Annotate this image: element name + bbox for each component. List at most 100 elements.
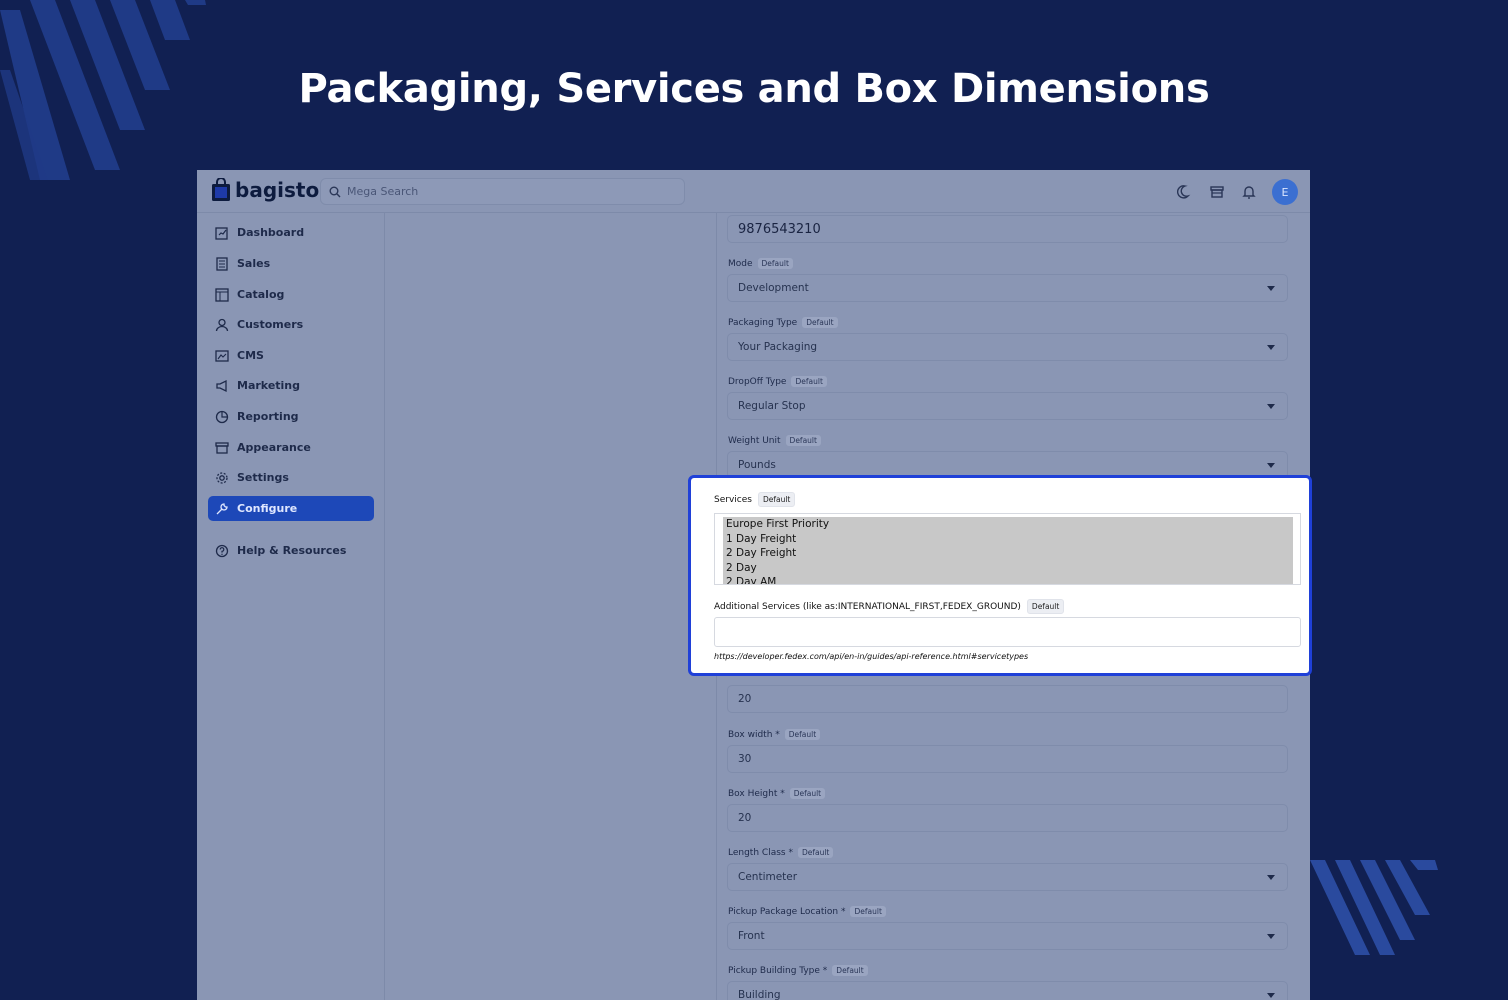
box-width-field[interactable]: 30 <box>727 745 1288 773</box>
sidebar-item-label: Marketing <box>237 379 301 392</box>
chevron-down-icon <box>1267 934 1275 939</box>
default-badge: Default <box>797 847 834 858</box>
services-highlight-panel: Services Default Europe First Priority 1… <box>688 475 1312 676</box>
dropoff-type-label: DropOff Type Default <box>728 376 827 387</box>
chevron-down-icon <box>1267 404 1275 409</box>
marketing-icon <box>214 378 229 393</box>
mode-select[interactable]: Development <box>727 274 1288 302</box>
box-height-label: Box Height * Default <box>728 788 826 799</box>
packaging-type-select[interactable]: Your Packaging <box>727 333 1288 361</box>
customers-icon <box>214 317 229 332</box>
sidebar-item-label: Customers <box>237 318 304 331</box>
box-width-value: 30 <box>738 753 752 765</box>
search-icon <box>329 186 341 197</box>
pickup-building-value: Building <box>738 989 781 1000</box>
default-badge: Default <box>832 965 868 976</box>
logo[interactable]: bagisto <box>211 178 319 202</box>
default-badge: Default <box>789 788 826 799</box>
sidebar-item-customers[interactable]: Customers <box>208 312 374 337</box>
phone-number-field[interactable]: 9876543210 <box>727 215 1288 243</box>
sidebar-item-sales[interactable]: Sales <box>208 251 374 276</box>
additional-services-label: Additional Services (like as:INTERNATION… <box>714 599 1065 614</box>
service-option[interactable]: 2 Day Freight <box>726 546 1293 561</box>
decorative-stripes-bottom-right <box>1310 860 1438 955</box>
sidebar-item-label: Configure <box>237 502 298 515</box>
sidebar-item-label: Sales <box>237 257 271 270</box>
mode-label-text: Mode <box>728 258 753 269</box>
sidebar: Dashboard Sales Catalog Customers CMS Ma… <box>197 213 385 1000</box>
wrench-icon <box>214 501 229 516</box>
service-option[interactable]: Europe First Priority <box>726 517 1293 532</box>
sidebar-item-cms[interactable]: CMS <box>208 343 374 368</box>
pickup-building-label: Pickup Building Type * Default <box>728 965 868 976</box>
search-placeholder: Mega Search <box>347 185 419 198</box>
length-class-select[interactable]: Centimeter <box>727 863 1288 891</box>
weight-unit-value: Pounds <box>738 459 776 471</box>
service-option[interactable]: 2 Day AM <box>726 575 1293 584</box>
mode-value: Development <box>738 282 809 294</box>
appearance-icon <box>214 440 229 455</box>
service-option[interactable]: 1 Day Freight <box>726 532 1293 547</box>
fedex-service-types-link[interactable]: https://developer.fedex.com/api/en-in/gu… <box>714 652 1028 661</box>
pickup-building-label-text: Pickup Building Type * <box>728 965 828 976</box>
mega-search-input[interactable]: Mega Search <box>320 178 685 205</box>
services-options: Europe First Priority 1 Day Freight 2 Da… <box>723 517 1293 584</box>
box-height-field[interactable]: 20 <box>727 804 1288 832</box>
page-headline: Packaging, Services and Box Dimensions <box>298 66 1210 112</box>
pickup-location-select[interactable]: Front <box>727 922 1288 950</box>
top-bar: bagisto Mega Search E <box>197 170 1310 213</box>
sidebar-item-catalog[interactable]: Catalog <box>208 282 374 307</box>
sidebar-item-dashboard[interactable]: Dashboard <box>208 220 374 245</box>
weight-unit-label-text: Weight Unit <box>728 435 781 446</box>
sidebar-item-reporting[interactable]: Reporting <box>208 404 374 429</box>
phone-number-value: 9876543210 <box>738 221 821 237</box>
sidebar-item-help[interactable]: Help & Resources <box>208 538 374 563</box>
chevron-down-icon <box>1267 286 1275 291</box>
default-badge: Default <box>850 906 886 917</box>
storefront-icon[interactable] <box>1208 183 1226 201</box>
box-height-label-text: Box Height * <box>728 788 785 799</box>
length-class-value: Centimeter <box>738 871 798 883</box>
config-side-panel <box>386 213 716 1000</box>
sidebar-item-settings[interactable]: Settings <box>208 465 374 490</box>
default-badge: Default <box>757 258 793 269</box>
sales-icon <box>214 256 229 271</box>
additional-services-input[interactable] <box>714 617 1301 647</box>
default-badge: Default <box>791 376 827 387</box>
chevron-down-icon <box>1267 875 1275 880</box>
sidebar-item-appearance[interactable]: Appearance <box>208 435 374 460</box>
user-avatar[interactable]: E <box>1272 179 1298 205</box>
services-multiselect[interactable]: Europe First Priority 1 Day Freight 2 Da… <box>714 513 1301 585</box>
weight-unit-label: Weight Unit Default <box>728 435 821 446</box>
pickup-location-label: Pickup Package Location * Default <box>728 906 886 917</box>
catalog-icon <box>214 287 229 302</box>
box-length-field[interactable]: 20 <box>727 685 1288 713</box>
dashboard-icon <box>214 225 229 240</box>
reporting-icon <box>214 409 229 424</box>
pickup-location-label-text: Pickup Package Location * <box>728 906 846 917</box>
notification-bell-icon[interactable] <box>1240 183 1258 201</box>
box-length-value: 20 <box>738 693 752 705</box>
dark-mode-icon[interactable] <box>1176 183 1194 201</box>
packaging-type-label-text: Packaging Type <box>728 317 798 328</box>
dropoff-type-select[interactable]: Regular Stop <box>727 392 1288 420</box>
sidebar-item-label: Reporting <box>237 410 299 423</box>
length-class-label: Length Class * Default <box>728 847 834 858</box>
chevron-down-icon <box>1267 345 1275 350</box>
sidebar-item-label: Catalog <box>237 288 285 301</box>
chevron-down-icon <box>1267 993 1275 998</box>
length-class-label-text: Length Class * <box>728 847 793 858</box>
pickup-location-value: Front <box>738 930 765 942</box>
service-option[interactable]: 2 Day <box>726 561 1293 576</box>
sidebar-item-label: Help & Resources <box>237 544 347 557</box>
chevron-down-icon <box>1267 463 1275 468</box>
default-badge: Default <box>757 492 796 507</box>
pickup-building-select[interactable]: Building <box>727 981 1288 1000</box>
dropoff-type-value: Regular Stop <box>738 400 806 412</box>
sidebar-item-marketing[interactable]: Marketing <box>208 373 374 398</box>
bag-logo-icon <box>212 178 230 201</box>
sidebar-item-configure[interactable]: Configure <box>208 496 374 521</box>
box-width-label-text: Box width * <box>728 729 780 740</box>
sidebar-item-label: Settings <box>237 471 289 484</box>
default-badge: Default <box>784 729 821 740</box>
